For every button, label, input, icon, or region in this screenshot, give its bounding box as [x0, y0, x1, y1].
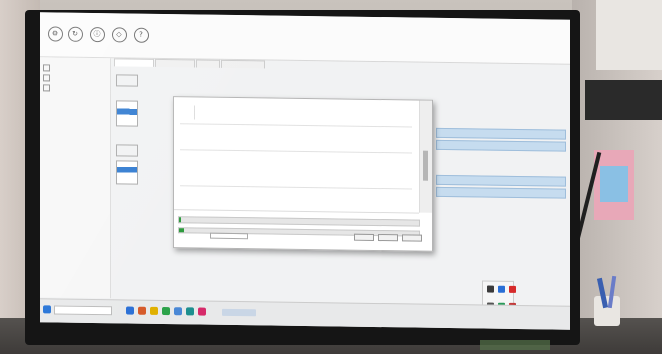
- help-icon: ?: [133, 27, 149, 43]
- code-icon: ◇: [111, 27, 127, 43]
- taskbar-app-icon[interactable]: [150, 306, 158, 315]
- group-box[interactable]: [116, 144, 138, 157]
- info-block: [194, 105, 255, 121]
- ribbon-tool[interactable]: ?: [130, 27, 152, 44]
- details-dialog: [173, 96, 433, 252]
- search-input[interactable]: [54, 305, 112, 316]
- tray-app-icon[interactable]: [509, 285, 516, 293]
- taskbar-app-icon[interactable]: [162, 307, 170, 316]
- progress-fill: [179, 228, 184, 233]
- taskbar-app-icon[interactable]: [138, 306, 146, 315]
- info-block: [250, 106, 290, 121]
- option-item[interactable]: [40, 82, 110, 93]
- info-text: [40, 102, 110, 105]
- dialog-content: [174, 97, 419, 214]
- vertical-scrollbar[interactable]: [419, 100, 432, 213]
- photo-scene: ⚙ ↻ ⓘ ◇ ?: [0, 0, 662, 354]
- app-ribbon: ⚙ ↻ ⓘ ◇ ?: [40, 12, 570, 65]
- checkbox-icon: [43, 64, 50, 72]
- wall-poster: [594, 150, 634, 220]
- dialog-button[interactable]: [402, 234, 422, 242]
- divider: [180, 123, 412, 128]
- divider: [180, 185, 412, 190]
- info-icon: ⓘ: [89, 26, 105, 43]
- menu-bar: [40, 19, 74, 25]
- left-pane: [40, 57, 111, 299]
- taskbar-app-icon[interactable]: [174, 307, 182, 316]
- ribbon-tool[interactable]: ↻: [64, 26, 86, 43]
- pen-cup: [594, 296, 620, 326]
- dialog-button[interactable]: [354, 233, 374, 241]
- taskbar-app-icon[interactable]: [198, 307, 206, 316]
- ribbon-tool[interactable]: ◇: [108, 27, 130, 43]
- checkbox-icon: [43, 84, 50, 92]
- group-box[interactable]: [116, 100, 138, 127]
- option-group: [116, 142, 146, 157]
- option-group: [116, 72, 146, 87]
- selected-row[interactable]: [436, 186, 566, 199]
- divider: [180, 149, 412, 154]
- start-icon[interactable]: [43, 305, 51, 314]
- monitor-screen: ⚙ ↻ ⓘ ◇ ?: [40, 12, 570, 330]
- taskbar-app-icon[interactable]: [126, 306, 134, 315]
- checkbox-icon: [43, 74, 50, 82]
- taskbar-app-icon[interactable]: [186, 307, 194, 316]
- dark-equipment: [585, 80, 662, 120]
- selected-row[interactable]: [436, 174, 566, 187]
- tab[interactable]: [196, 59, 220, 68]
- selected-row[interactable]: [436, 127, 566, 140]
- open-window-button[interactable]: [222, 308, 256, 317]
- gear-icon: ⚙: [47, 26, 63, 42]
- progress-fill: [179, 217, 182, 223]
- tab[interactable]: [221, 59, 265, 69]
- ribbon-tool[interactable]: ⓘ: [86, 26, 108, 43]
- option-group: [116, 158, 146, 185]
- selected-row[interactable]: [436, 139, 566, 152]
- tray-app-icon[interactable]: [498, 285, 505, 293]
- refresh-icon: ↻: [67, 26, 83, 42]
- group-box[interactable]: [116, 160, 138, 185]
- tab[interactable]: [155, 58, 195, 68]
- tray-app-icon[interactable]: [487, 285, 494, 293]
- white-cabinet: [596, 0, 662, 70]
- progress-bar: [178, 216, 420, 227]
- scrollbar-thumb[interactable]: [423, 150, 428, 181]
- monitor-brand-sticker: [480, 340, 550, 350]
- ribbon-tool[interactable]: ⚙: [44, 26, 66, 42]
- options-dropdown[interactable]: [210, 232, 248, 240]
- tab[interactable]: [114, 58, 154, 67]
- dialog-button[interactable]: [378, 234, 398, 242]
- group-box[interactable]: [116, 74, 138, 87]
- option-group: [116, 98, 146, 127]
